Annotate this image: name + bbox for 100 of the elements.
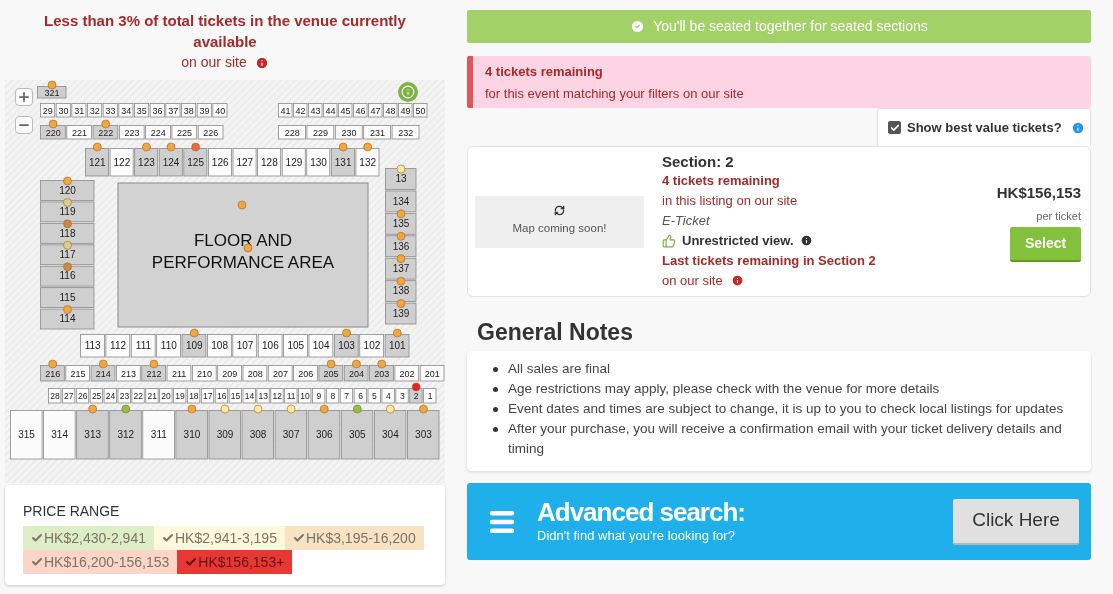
- seat-section[interactable]: 113: [80, 334, 105, 358]
- seat-section[interactable]: 310: [175, 410, 208, 460]
- seat-section[interactable]: 303: [407, 410, 440, 460]
- price-range-option[interactable]: HK$2,941-3,195: [153, 526, 285, 550]
- seat-section[interactable]: 45: [338, 103, 353, 118]
- seat-section[interactable]: 135: [385, 212, 417, 235]
- seat-section[interactable]: 42: [293, 103, 308, 118]
- seat-section[interactable]: 27: [62, 388, 76, 404]
- seat-section[interactable]: 132: [355, 148, 380, 177]
- seat-section[interactable]: 16: [214, 388, 228, 404]
- seat-section[interactable]: 315: [10, 410, 43, 460]
- seat-section[interactable]: 120: [40, 180, 95, 201]
- seat-section[interactable]: 47: [368, 103, 383, 118]
- seat-section[interactable]: 208: [242, 365, 268, 382]
- seat-section[interactable]: 206: [293, 365, 318, 382]
- seat-section[interactable]: 136: [385, 235, 417, 258]
- seat-section[interactable]: 304: [373, 410, 407, 460]
- seat-section[interactable]: 116: [40, 265, 95, 287]
- seat-section[interactable]: 230: [334, 125, 363, 140]
- seat-section[interactable]: 139: [385, 302, 417, 325]
- info-icon[interactable]: [799, 234, 813, 247]
- seat-section[interactable]: 49: [398, 103, 413, 118]
- price-range-option[interactable]: HK$3,195-16,200: [284, 526, 424, 550]
- seat-section[interactable]: 138: [385, 280, 417, 302]
- seat-section[interactable]: 121: [85, 148, 109, 177]
- seat-section[interactable]: 26: [75, 388, 90, 404]
- seat-section[interactable]: 29: [40, 103, 56, 118]
- seat-section[interactable]: 23: [117, 388, 131, 404]
- seat-section[interactable]: 130: [306, 148, 331, 177]
- seat-section[interactable]: 18: [187, 388, 201, 404]
- seat-section[interactable]: 128: [257, 148, 282, 177]
- seat-section[interactable]: 314: [43, 410, 76, 460]
- seat-section[interactable]: 50: [413, 103, 428, 118]
- seat-section[interactable]: 211: [166, 365, 192, 382]
- seat-section[interactable]: 224: [145, 125, 171, 140]
- seat-section[interactable]: 15: [228, 388, 242, 404]
- seat-section[interactable]: 209: [217, 365, 242, 382]
- seat-section[interactable]: 21: [145, 388, 159, 404]
- seat-section[interactable]: 13: [385, 168, 417, 190]
- seat-section[interactable]: 126: [208, 148, 232, 177]
- seat-section[interactable]: 33: [102, 103, 118, 118]
- seat-section[interactable]: 223: [118, 125, 145, 140]
- seat-section[interactable]: 103: [333, 334, 359, 358]
- seat-section[interactable]: 204: [343, 365, 369, 382]
- seat-section[interactable]: 39: [196, 103, 212, 118]
- seat-section[interactable]: 1: [423, 388, 437, 404]
- seat-section[interactable]: 202: [394, 365, 420, 382]
- seat-section[interactable]: 111: [130, 334, 156, 358]
- seat-section[interactable]: 212: [141, 365, 166, 382]
- seat-section[interactable]: 107: [232, 334, 258, 358]
- seat-section[interactable]: 8: [325, 388, 340, 404]
- best-value-checkbox[interactable]: [888, 121, 901, 134]
- info-icon[interactable]: [254, 55, 269, 70]
- seat-section[interactable]: 119: [40, 201, 95, 223]
- seat-section[interactable]: 203: [369, 365, 394, 382]
- seat-section[interactable]: 225: [171, 125, 198, 140]
- seat-section[interactable]: 34: [118, 103, 134, 118]
- click-here-button[interactable]: Click Here: [953, 498, 1079, 545]
- zoom-out-button[interactable]: [15, 116, 33, 134]
- seat-section[interactable]: 306: [307, 410, 341, 460]
- seat-section[interactable]: 309: [208, 410, 241, 460]
- info-icon[interactable]: [730, 274, 744, 287]
- seat-section[interactable]: 5: [367, 388, 381, 404]
- seat-section[interactable]: 311: [142, 410, 175, 460]
- seat-section[interactable]: 6: [353, 388, 367, 404]
- seat-map[interactable]: [5, 80, 445, 483]
- seat-section[interactable]: 24: [103, 388, 117, 404]
- seat-section[interactable]: 3: [395, 388, 409, 404]
- seat-section[interactable]: 102: [359, 334, 384, 358]
- seat-section[interactable]: 117: [40, 244, 95, 266]
- seat-section[interactable]: 229: [306, 125, 335, 140]
- seat-section[interactable]: 110: [156, 334, 181, 358]
- seat-section[interactable]: 216: [40, 365, 65, 382]
- seat-section[interactable]: 129: [281, 148, 306, 177]
- seat-section[interactable]: 20: [159, 388, 173, 404]
- seat-section[interactable]: 210: [192, 365, 217, 382]
- seat-section[interactable]: 313: [76, 410, 109, 460]
- seat-section[interactable]: 221: [66, 125, 92, 140]
- seat-section[interactable]: 137: [385, 257, 417, 280]
- seat-section[interactable]: 321: [37, 86, 67, 99]
- seat-section[interactable]: 30: [55, 103, 71, 118]
- seat-section[interactable]: 22: [131, 388, 145, 404]
- seat-section[interactable]: 127: [232, 148, 257, 177]
- seat-section[interactable]: 222: [92, 125, 119, 140]
- seat-section[interactable]: 220: [40, 125, 66, 140]
- seat-section[interactable]: 40: [212, 103, 228, 118]
- seat-section[interactable]: 7: [339, 388, 354, 404]
- seat-section[interactable]: 25: [89, 388, 103, 404]
- seat-section[interactable]: 43: [308, 103, 323, 118]
- seat-section[interactable]: 101: [384, 334, 410, 358]
- seat-section[interactable]: 112: [105, 334, 131, 358]
- seat-section[interactable]: 19: [173, 388, 187, 404]
- seat-section[interactable]: 308: [241, 410, 274, 460]
- seat-section[interactable]: 312: [109, 410, 142, 460]
- seat-section[interactable]: 12: [270, 388, 284, 404]
- seat-section[interactable]: 44: [323, 103, 338, 118]
- seat-section[interactable]: 114: [40, 308, 95, 330]
- seat-section[interactable]: 37: [165, 103, 181, 118]
- seat-section[interactable]: 36: [149, 103, 165, 118]
- seat-section[interactable]: 46: [353, 103, 368, 118]
